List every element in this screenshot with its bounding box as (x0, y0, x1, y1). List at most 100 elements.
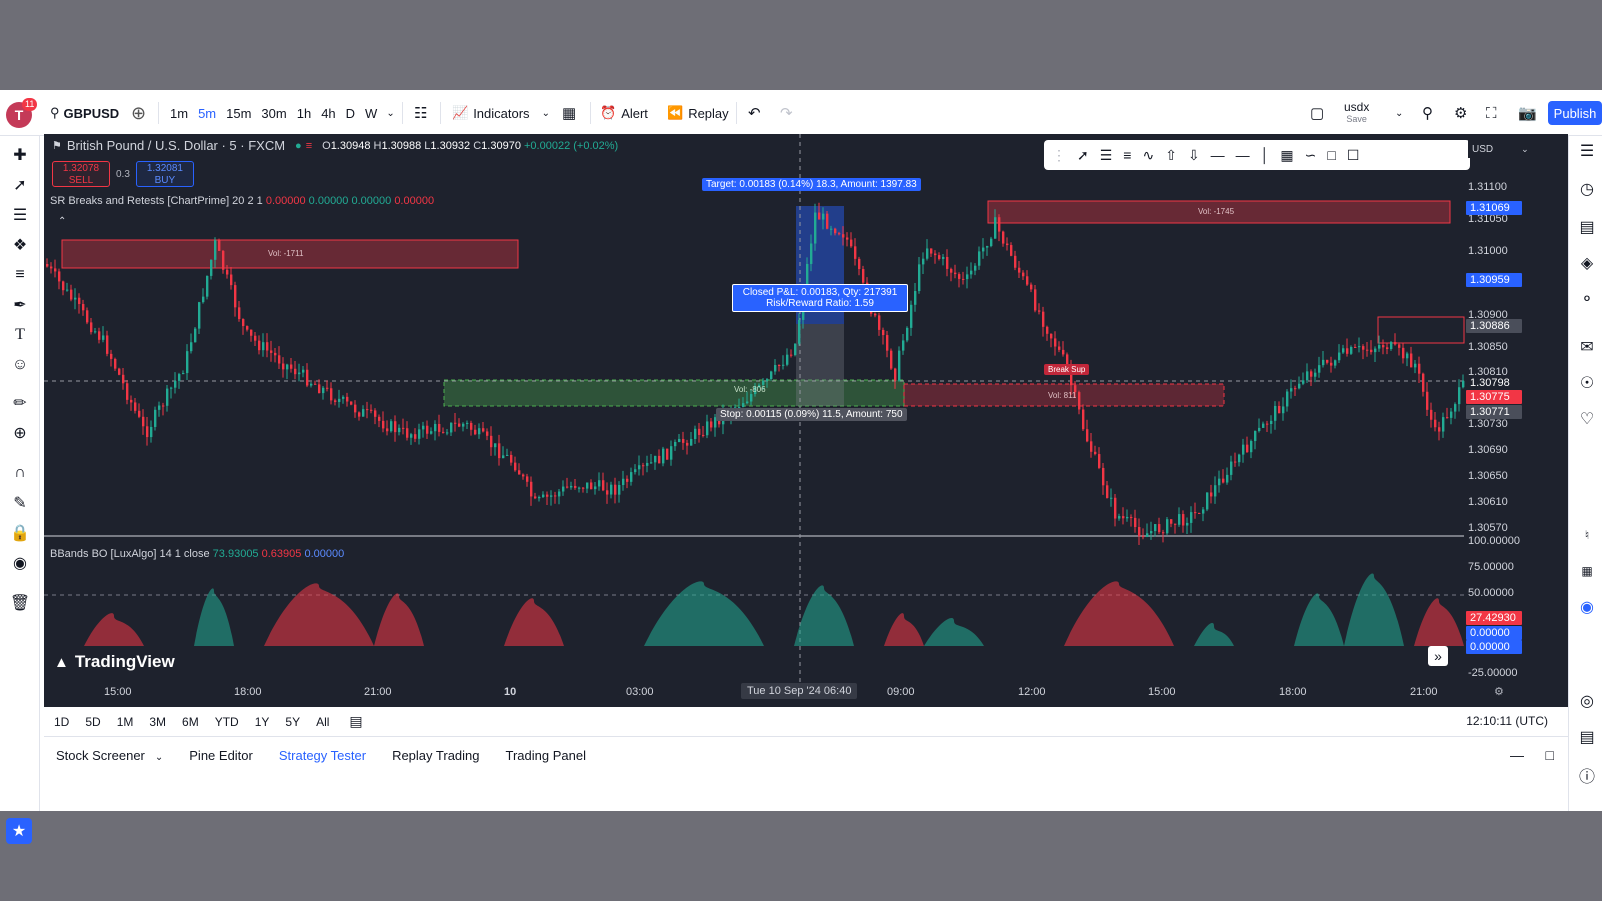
range-3m[interactable]: 3M (139, 715, 172, 729)
range-all[interactable]: All (306, 715, 335, 729)
goto-date-icon[interactable]: ▤ (335, 713, 368, 730)
layouts-grid-icon[interactable]: ▦ (562, 90, 576, 136)
emoji-icon[interactable]: ☺ (9, 354, 31, 376)
lock-icon[interactable]: 🔒 (9, 522, 31, 544)
redo-icon[interactable]: ↷ (780, 90, 793, 136)
assistant-icon[interactable]: ◉ (1576, 596, 1598, 618)
tab-trading-panel[interactable]: Trading Panel (506, 748, 586, 763)
magnet-icon[interactable]: ∩ (9, 462, 31, 484)
tf-5m[interactable]: 5m (193, 106, 221, 121)
ruler-icon[interactable]: ✏ (9, 392, 31, 414)
indicators-button[interactable]: 📈 Indicators ⌄ (452, 90, 550, 136)
chart-area[interactable]: ⚑ British Pound / U.S. Dollar · 5 · FXCM… (44, 134, 1568, 707)
layout-square-icon[interactable]: ▢ (1310, 90, 1324, 136)
fullscreen-icon[interactable]: ⛶ (1486, 90, 1497, 136)
tab-stock-screener[interactable]: Stock Screener ⌄ (56, 748, 163, 763)
trend-line-icon[interactable]: ➚ (9, 174, 31, 196)
indicator-legend-sr[interactable]: SR Breaks and Retests [ChartPrime] 20 2 … (50, 195, 434, 207)
layout-name-button[interactable]: usdx Save (1344, 90, 1369, 136)
tab-strategy-tester[interactable]: Strategy Tester (279, 748, 366, 763)
layers-icon[interactable]: ◈ (1576, 252, 1598, 274)
compare-add-icon[interactable]: ⊕ (131, 90, 146, 136)
watchlist-icon[interactable]: ☰ (1576, 140, 1598, 162)
range-ytd[interactable]: YTD (205, 715, 245, 729)
crosshair-box-icon[interactable]: ▦ (1280, 147, 1293, 164)
range-5d[interactable]: 5D (75, 715, 106, 729)
range-6m[interactable]: 6M (172, 715, 205, 729)
tf-4h[interactable]: 4h (316, 106, 340, 121)
translate-icon[interactable]: ♮ (1576, 524, 1598, 546)
pnl-box[interactable]: Closed P&L: 0.00183, Qty: 217391 Risk/Re… (732, 284, 908, 312)
brush-icon[interactable]: ✒ (9, 294, 31, 316)
minimize-icon[interactable]: — (1510, 747, 1524, 763)
channel-icon[interactable]: ☰ (1100, 147, 1113, 164)
horizontal-line-icon[interactable]: ― (1236, 147, 1250, 163)
calendar-icon[interactable]: ▤ (1576, 726, 1598, 748)
text-tool-icon[interactable]: T (9, 324, 31, 346)
horizontal-lines-icon[interactable]: ☰ (9, 204, 31, 226)
arrow-down-icon[interactable]: ⇩ (1188, 147, 1200, 164)
tab-pine-editor[interactable]: Pine Editor (189, 748, 253, 763)
fib-icon[interactable]: ≡ (9, 264, 31, 286)
line-tool-icon[interactable]: ➚ (1077, 147, 1089, 164)
fib-retracement-icon[interactable]: ≡ (1123, 147, 1131, 163)
chevron-down-icon[interactable]: ⌄ (386, 108, 394, 119)
tf-30m[interactable]: 30m (256, 106, 291, 121)
target-label[interactable]: Target: 0.00183 (0.14%) 18.3, Amount: 13… (702, 178, 921, 191)
range-5y[interactable]: 5Y (275, 715, 306, 729)
stop-label[interactable]: Stop: 0.00115 (0.09%) 11.5, Amount: 750 (716, 408, 907, 421)
axis-settings-icon[interactable]: ⚙ (1494, 685, 1504, 698)
collapse-chevron-icon[interactable]: ⌃ (58, 216, 72, 228)
eye-icon[interactable]: ◉ (9, 552, 31, 574)
pattern-icon[interactable]: ❖ (9, 234, 31, 256)
alerts-clock-icon[interactable]: ◷ (1576, 178, 1598, 200)
replay-button[interactable]: ⏪ Replay (667, 90, 729, 136)
signal-icon[interactable]: ☉ (1576, 372, 1598, 394)
arrow-up-icon[interactable]: ⇧ (1165, 147, 1177, 164)
watchlist-star-icon[interactable]: ★ (6, 818, 32, 844)
candle-type-icon[interactable]: ☷ (414, 90, 427, 136)
tf-d[interactable]: D (341, 106, 360, 121)
wave-icon[interactable]: ∿ (1142, 147, 1154, 164)
apps-grid-icon[interactable]: ▦ (1576, 560, 1598, 582)
chat-icon[interactable]: ✉ (1576, 336, 1598, 358)
help-icon[interactable]: ⓘ (1576, 764, 1598, 786)
range-1m[interactable]: 1M (107, 715, 140, 729)
currency-selector[interactable]: USD ⌄ (1468, 140, 1532, 158)
bell-icon[interactable]: ♡ (1576, 408, 1598, 430)
rectangle-icon[interactable]: □ (1327, 147, 1335, 163)
lock-pencil-icon[interactable]: ✎ (9, 492, 31, 514)
trash-icon[interactable]: 🗑 (9, 592, 31, 614)
tf-w[interactable]: W (360, 106, 382, 121)
target-icon[interactable]: ◎ (1576, 690, 1598, 712)
buy-button[interactable]: 1.32081 BUY (135, 161, 194, 187)
range-1d[interactable]: 1D (44, 715, 75, 729)
data-window-icon[interactable]: ▤ (1576, 216, 1598, 238)
publish-button[interactable]: Publish (1548, 101, 1602, 125)
curve-icon[interactable]: ∽ (1305, 147, 1317, 164)
indicator-legend-bbands[interactable]: BBands BO [LuxAlgo] 14 1 close 73.93005 … (50, 548, 344, 560)
symbol-search[interactable]: ⚲ GBPUSD (50, 90, 119, 136)
camera-icon[interactable]: 📷 (1518, 90, 1537, 136)
settings-gear-icon[interactable]: ⚙ (1454, 90, 1467, 136)
utc-clock[interactable]: 12:10:11 (UTC) (1466, 714, 1548, 728)
undo-icon[interactable]: ↶ (748, 90, 761, 136)
vertical-line-icon[interactable]: │ (1261, 147, 1270, 163)
quick-search-icon[interactable]: ⚲ (1422, 90, 1433, 136)
drag-handle-icon[interactable]: ⋮ (1052, 147, 1066, 164)
chevron-down-icon[interactable]: ⌄ (1395, 90, 1403, 136)
tf-1h[interactable]: 1h (292, 106, 316, 121)
maximize-icon[interactable]: □ (1546, 747, 1554, 763)
scroll-to-realtime-icon[interactable]: » (1428, 646, 1448, 666)
crosshair-icon[interactable]: ✚ (9, 144, 31, 166)
callout-icon[interactable]: ☐ (1347, 147, 1360, 164)
tf-1m[interactable]: 1m (165, 106, 193, 121)
alert-button[interactable]: ⏰ Alert (600, 90, 648, 136)
sell-button[interactable]: 1.32078 SELL (52, 161, 110, 187)
zoom-in-icon[interactable]: ⊕ (9, 422, 31, 444)
range-1y[interactable]: 1Y (245, 715, 276, 729)
tab-replay-trading[interactable]: Replay Trading (392, 748, 479, 763)
ray-icon[interactable]: — (1211, 147, 1225, 163)
tf-15m[interactable]: 15m (221, 106, 256, 121)
ideas-bulb-icon[interactable]: ⚬ (1576, 288, 1598, 310)
